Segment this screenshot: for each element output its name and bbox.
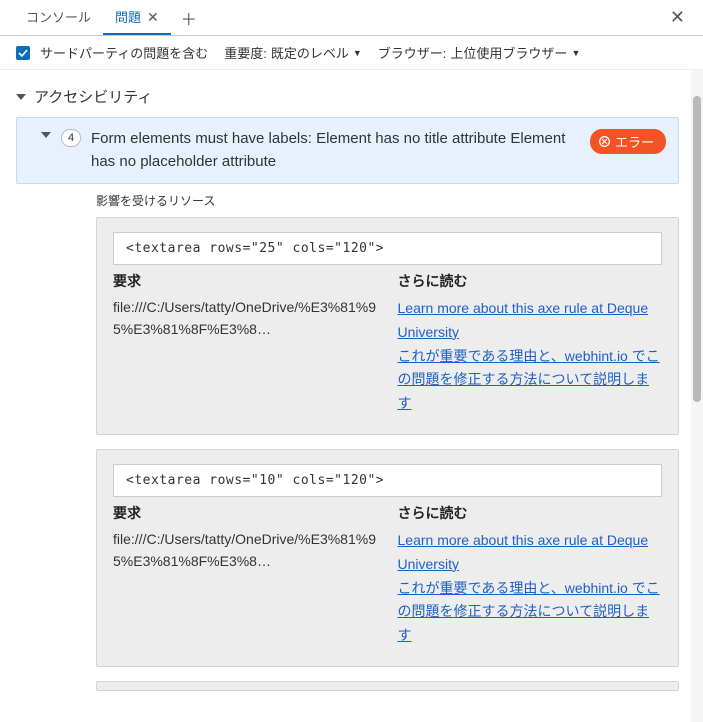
- category-accessibility[interactable]: アクセシビリティ: [16, 82, 691, 117]
- request-heading: 要求: [113, 503, 378, 523]
- issue-count-badge: 4: [61, 129, 81, 147]
- scrollbar-track[interactable]: [691, 70, 703, 722]
- affected-resources: 影響を受けるリソース <textarea rows="25" cols="120…: [96, 192, 691, 691]
- tab-issues[interactable]: 問題 ✕: [103, 0, 171, 35]
- request-path[interactable]: file:///C:/Users/tatty/OneDrive/%E3%81%9…: [113, 529, 378, 572]
- resource-card: <textarea rows="25" cols="120"> 要求 file:…: [96, 217, 679, 435]
- webhint-link[interactable]: これが重要である理由と、webhint.io でこの問題を修正する方法について説…: [398, 345, 663, 416]
- error-badge: エラー: [590, 129, 666, 154]
- tab-issues-label: 問題: [115, 7, 141, 26]
- chevron-down-icon: ▼: [353, 48, 362, 58]
- learn-more-link[interactable]: Learn more about this axe rule at Deque …: [398, 529, 663, 577]
- learn-more-link[interactable]: Learn more about this axe rule at Deque …: [398, 297, 663, 345]
- error-icon: [598, 135, 611, 148]
- resource-card: <textarea rows="10" cols="120"> 要求 file:…: [96, 449, 679, 667]
- issues-content: アクセシビリティ 4 Form elements must have label…: [0, 70, 691, 722]
- panel-close-button[interactable]: ✕: [658, 0, 697, 35]
- tab-bar: コンソール 問題 ✕ ＋ ✕: [0, 0, 703, 36]
- code-snippet[interactable]: <textarea rows="25" cols="120">: [113, 232, 662, 265]
- read-more-heading: さらに読む: [398, 271, 663, 291]
- issue-row[interactable]: 4 Form elements must have labels: Elemen…: [16, 117, 679, 184]
- severity-dropdown[interactable]: 重要度: 既定のレベル ▼: [224, 43, 362, 62]
- issue-title: Form elements must have labels: Element …: [91, 128, 580, 173]
- browser-dropdown[interactable]: ブラウザー: 上位使用ブラウザー ▼: [378, 43, 581, 62]
- read-more-heading: さらに読む: [398, 503, 663, 523]
- tab-console[interactable]: コンソール: [14, 0, 103, 35]
- close-icon[interactable]: ✕: [147, 10, 159, 24]
- request-heading: 要求: [113, 271, 378, 291]
- severity-label: 重要度:: [224, 43, 267, 62]
- browser-label: ブラウザー:: [378, 43, 447, 62]
- chevron-down-icon: [16, 94, 26, 100]
- scrollbar-thumb[interactable]: [693, 96, 701, 402]
- error-badge-label: エラー: [615, 132, 654, 151]
- tab-console-label: コンソール: [26, 7, 91, 26]
- third-party-toggle[interactable]: サードパーティの問題を含む: [16, 43, 208, 62]
- category-title: アクセシビリティ: [34, 86, 152, 107]
- request-path[interactable]: file:///C:/Users/tatty/OneDrive/%E3%81%9…: [113, 297, 378, 340]
- third-party-label: サードパーティの問題を含む: [40, 43, 208, 62]
- add-tab-button[interactable]: ＋: [171, 0, 207, 35]
- checkbox-checked-icon: [16, 46, 30, 60]
- affected-resources-label: 影響を受けるリソース: [96, 192, 691, 209]
- webhint-link[interactable]: これが重要である理由と、webhint.io でこの問題を修正する方法について説…: [398, 577, 663, 648]
- code-snippet[interactable]: <textarea rows="10" cols="120">: [113, 464, 662, 497]
- chevron-down-icon: ▼: [571, 48, 580, 58]
- browser-value: 上位使用ブラウザー: [450, 43, 567, 62]
- resource-card: [96, 681, 679, 691]
- chevron-down-icon: [41, 132, 51, 138]
- severity-value: 既定のレベル: [271, 43, 349, 62]
- filter-toolbar: サードパーティの問題を含む 重要度: 既定のレベル ▼ ブラウザー: 上位使用ブ…: [0, 36, 703, 70]
